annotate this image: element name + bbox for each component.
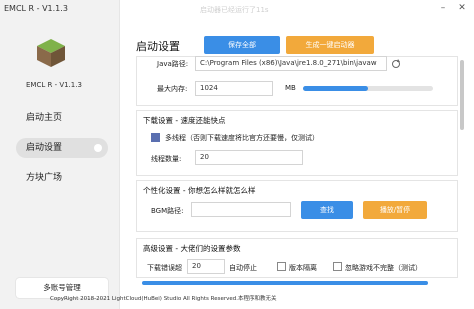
advanced-heading: 高级设置 - 大佬们的设置参数	[143, 244, 241, 253]
nav-block-square[interactable]: 方块广场	[16, 168, 108, 188]
retry-label: 下载错误超	[147, 264, 182, 272]
download-settings-card: 下载设置 - 速度还能快点 多线程（否则下载速度将比官方还要慢，仅测试） 线程数…	[136, 110, 458, 176]
nav-home[interactable]: 启动主页	[16, 108, 108, 128]
java-settings-card: Java路径: C:\Program Files (x86)\Java\jre1…	[136, 56, 458, 106]
ignore-incomplete-checkbox[interactable]	[333, 262, 342, 271]
bgm-browse-button[interactable]: 查找	[301, 201, 353, 219]
ignore-incomplete-label: 忽略游戏不完整（测试）	[345, 264, 422, 272]
isolation-checkbox[interactable]	[277, 262, 286, 271]
active-dot-icon	[94, 144, 102, 152]
memory-label: 最大内存:	[157, 85, 188, 93]
retry-count-input[interactable]: 20	[187, 259, 225, 274]
personal-settings-card: 个性化设置 - 你想怎么样就怎么样 BGM路径: 查找 播放/暂停	[136, 180, 458, 232]
isolation-label: 版本隔离	[289, 264, 317, 272]
memory-slider[interactable]	[303, 86, 433, 91]
download-heading: 下载设置 - 速度还能快点	[143, 116, 226, 125]
nav-home-label: 启动主页	[26, 113, 63, 123]
app-title: EMCL R - V1.1.3	[4, 4, 68, 13]
memory-slider-fill	[303, 86, 368, 91]
app-logo-icon	[37, 39, 65, 67]
bgm-label: BGM路径:	[151, 207, 184, 215]
auto-stop-label: 自动停止	[229, 264, 257, 272]
multithread-label: 多线程（否则下载速度将比官方还要慢，仅测试）	[165, 134, 319, 142]
main-panel: 启动设置 保存全部 生成一键启动器 Java路径: C:\Program Fil…	[120, 0, 474, 309]
thread-count-input[interactable]: 20	[195, 150, 303, 165]
nav-launch-settings[interactable]: 启动设置	[16, 138, 108, 158]
multithread-checkbox[interactable]	[151, 133, 160, 142]
generate-launcher-button[interactable]: 生成一键启动器	[286, 36, 374, 54]
save-all-button[interactable]: 保存全部	[204, 36, 280, 54]
bgm-path-input[interactable]	[191, 202, 291, 217]
version-label: EMCL R - V1.1.3	[26, 81, 82, 89]
nav-block-square-label: 方块广场	[26, 173, 63, 183]
footer-copyright: CopyRight 2018-2021 LightCloud(HuBei) St…	[50, 296, 277, 302]
bgm-play-pause-button[interactable]: 播放/暂停	[363, 201, 427, 219]
java-path-input[interactable]: C:\Program Files (x86)\Java\jre1.8.0_271…	[195, 56, 387, 71]
personal-heading: 个性化设置 - 你想怎么样就怎么样	[143, 186, 256, 195]
memory-input[interactable]: 1024	[195, 81, 273, 96]
thread-count-label: 线程数量:	[151, 155, 182, 163]
page-title: 启动设置	[136, 40, 180, 53]
memory-unit: MB	[285, 84, 296, 92]
advanced-settings-card: 高级设置 - 大佬们的设置参数 下载错误超 20 自动停止 版本隔离 忽略游戏不…	[136, 238, 458, 278]
bottom-progress-bar	[142, 281, 428, 285]
java-path-label: Java路径:	[157, 60, 189, 68]
nav-launch-settings-label: 启动设置	[26, 143, 63, 153]
scrollbar[interactable]	[460, 60, 464, 130]
refresh-icon[interactable]	[391, 59, 401, 69]
sidebar: EMCL R - V1.1.3 EMCL R - V1.1.3 启动主页 启动设…	[0, 0, 120, 309]
